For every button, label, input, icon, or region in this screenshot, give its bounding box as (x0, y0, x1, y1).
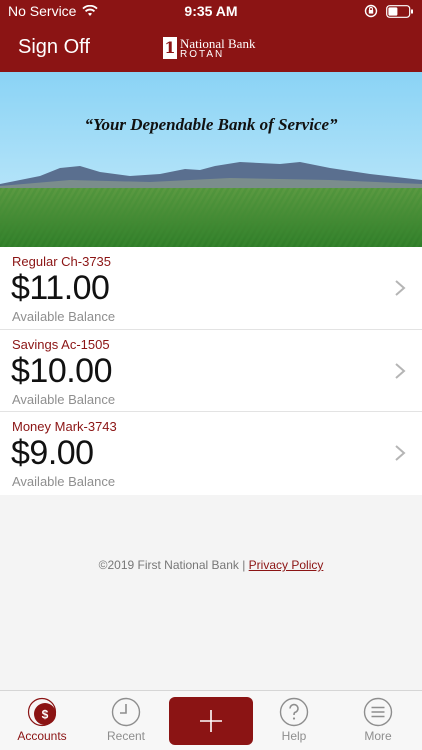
chevron-right-icon (395, 362, 406, 379)
tab-more[interactable]: More (336, 691, 420, 750)
account-row-regular-checking[interactable]: Regular Ch-3735 $11.00 Available Balance (0, 247, 422, 330)
tab-label: Recent (106, 729, 146, 743)
tab-label: Help (281, 729, 307, 743)
account-name: Savings Ac-1505 (12, 336, 110, 352)
privacy-policy-link[interactable]: Privacy Policy (249, 558, 324, 572)
bank-logo: 1 National Bank ROTAN (163, 35, 255, 61)
tab-label: More (364, 729, 392, 743)
chevron-right-icon (395, 280, 406, 296)
logo-line2: ROTAN (180, 48, 225, 60)
account-row-savings[interactable]: Savings Ac-1505 $10.00 Available Balance (0, 330, 422, 413)
footer: ©2019 First National Bank | Privacy Poli… (0, 558, 422, 572)
copyright-text: ©2019 First National Bank | (98, 558, 249, 572)
banner-tagline: “Your Dependable Bank of Service” (84, 115, 338, 134)
available-balance-label: Available Balance (12, 474, 116, 490)
logo-line1: National Bank (180, 35, 256, 51)
svg-text:$: $ (42, 708, 49, 722)
menu-icon (363, 697, 393, 727)
tab-bar: $ Accounts Recent Help More (0, 690, 422, 750)
nav-bar: Sign Off 1 National Bank ROTAN (0, 28, 422, 68)
account-name: Money Mark-3743 (12, 419, 117, 435)
account-row-money-market[interactable]: Money Mark-3743 $9.00 Available Balance (0, 412, 422, 495)
status-bar: No Service 9:35 AM (0, 0, 422, 24)
status-right (364, 4, 414, 18)
hero-banner: “Your Dependable Bank of Service” (0, 72, 422, 247)
accounts-list: Regular Ch-3735 $11.00 Available Balance… (0, 247, 422, 495)
question-icon (279, 697, 309, 727)
available-balance-label: Available Balance (12, 391, 116, 407)
orientation-lock-icon (364, 4, 378, 18)
tab-accounts[interactable]: $ Accounts (0, 691, 84, 750)
tab-label: Accounts (17, 729, 67, 743)
status-time: 9:35 AM (184, 3, 238, 19)
dollar-circle-icon: $ (27, 697, 57, 727)
add-button[interactable] (169, 697, 253, 745)
account-balance: $9.00 (11, 434, 94, 473)
account-balance: $10.00 (11, 351, 113, 390)
chevron-right-icon (395, 445, 406, 461)
tab-help[interactable]: Help (252, 691, 336, 750)
battery-icon (386, 4, 413, 18)
app-header: No Service 9:35 AM Sign Off 1 National B… (0, 0, 422, 72)
account-balance: $11.00 (11, 269, 110, 307)
account-name: Regular Ch-3735 (12, 254, 112, 269)
plus-icon (200, 710, 222, 732)
clock-icon (111, 697, 141, 727)
sign-off-button[interactable]: Sign Off (18, 36, 90, 59)
logo-mark-icon: 1 (163, 37, 177, 59)
landscape-image (0, 72, 422, 247)
tab-recent[interactable]: Recent (84, 691, 168, 750)
logo-text: National Bank ROTAN (180, 37, 255, 60)
available-balance-label: Available Balance (12, 309, 116, 324)
